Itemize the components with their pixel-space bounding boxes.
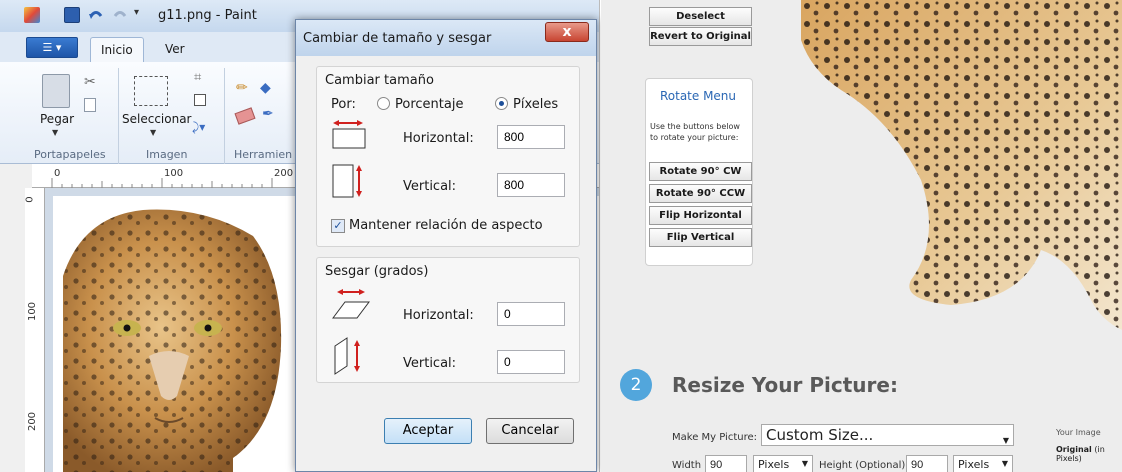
height-unit-value: Pixels [958,458,990,471]
ruler-h-label: 200 [274,168,294,179]
percent-label[interactable]: Porcentaje [395,97,463,112]
skew-horizontal-label: Horizontal: [403,308,474,323]
dialog-titlebar: Cambiar de tamaño y sesgar x [296,20,596,56]
skew-group: Sesgar (grados) Horizontal: Vertical: [316,257,580,383]
flip-vertical-button[interactable]: Flip Vertical [649,228,752,247]
width-unit-select[interactable]: Pixels ▼ [753,455,813,472]
pixels-radio[interactable] [495,97,508,110]
select-button[interactable]: Seleccionar [122,112,191,126]
original-label: Original (in Pixels) [1056,445,1118,463]
keep-aspect-checkbox[interactable]: ✓ [331,219,345,233]
skew-vertical-label: Vertical: [403,356,457,371]
revert-to-original-button[interactable]: Revert to Original [649,27,752,46]
copy-icon[interactable] [84,98,96,112]
keep-aspect-label[interactable]: Mantener relación de aspecto [349,218,543,233]
group-divider [224,68,225,164]
flip-horizontal-button[interactable]: Flip Horizontal [649,206,752,225]
paint-app-icon [24,7,40,23]
web-page: Deselect Revert to Original Rotate Menu … [601,0,1122,472]
height-input[interactable] [906,455,948,472]
resize-vertical-icon [331,163,367,199]
tab-ver[interactable]: Ver [155,37,195,62]
width-label: Width [672,460,702,471]
ok-button[interactable]: Aceptar [384,418,472,444]
vertical-ruler: 0 100 200 [25,188,45,472]
your-image-label: Your Image [1056,428,1101,437]
height-label: Height (Optional) [819,460,906,471]
select-icon[interactable] [134,76,168,106]
tab-inicio[interactable]: Inicio [90,37,144,62]
por-label: Por: [331,97,356,112]
height-unit-select[interactable]: Pixels ▼ [953,455,1013,472]
dialog-close-button[interactable]: x [545,22,589,42]
ruler-h-label: 100 [164,168,184,179]
resize-vertical-input[interactable] [497,173,565,197]
resize-group: Cambiar tamaño Por: Porcentaje Píxeles H… [316,66,580,247]
dialog-title: Cambiar de tamaño y sesgar [303,31,492,46]
width-input[interactable] [705,455,747,472]
paste-button[interactable]: Pegar [40,112,74,126]
size-preset-select[interactable]: Custom Size... ▼ [761,424,1014,446]
select-dropdown-icon[interactable]: ▼ [150,128,156,137]
quick-access-dropdown-icon[interactable]: ▾ [134,7,150,23]
skew-vertical-input[interactable] [497,350,565,374]
pencil-icon[interactable]: ✏ [236,80,248,96]
skew-vertical-icon [331,336,371,376]
rotate-ccw-button[interactable]: Rotate 90° CCW [649,184,752,203]
skew-horizontal-icon [331,288,371,320]
ruler-v-label: 200 [27,411,39,432]
resize-horizontal-icon [331,119,367,149]
ruler-h-label: 0 [54,168,61,179]
leopard-body-image [801,0,1122,330]
deselect-button[interactable]: Deselect [649,7,752,26]
chevron-down-icon: ▼ [1001,459,1008,468]
ruler-v-label: 0 [24,196,36,203]
resize-skew-dialog: Cambiar de tamaño y sesgar x Cambiar tam… [295,19,597,472]
resize-horizontal-input[interactable] [497,125,565,149]
size-preset-value: Custom Size... [766,426,874,444]
group-clipboard-label: Portapapeles [34,148,106,161]
color-picker-icon[interactable]: ✒ [262,106,274,122]
paint-window-title: g11.png - Paint [158,8,257,23]
ruler-v-label: 100 [27,301,39,322]
group-tools-label: Herramien [234,148,293,161]
save-icon[interactable] [64,7,80,23]
chevron-down-icon: ▼ [1002,436,1009,445]
undo-icon[interactable] [88,7,104,23]
rotate-cw-button[interactable]: Rotate 90° CW [649,162,752,181]
rotate-menu-description: Use the buttons below to rotate your pic… [650,122,740,142]
percent-radio[interactable] [377,97,390,110]
eraser-icon[interactable] [234,107,256,125]
redo-icon[interactable] [112,7,128,23]
resize-group-title: Cambiar tamaño [325,73,434,88]
rotate-menu-title: Rotate Menu [659,89,737,103]
crop-icon[interactable]: ⌗ [194,70,201,85]
resize-icon[interactable] [194,94,206,106]
skew-group-title: Sesgar (grados) [325,264,429,279]
file-menu-button[interactable]: ☰ ▾ [26,37,78,58]
step-title: Resize Your Picture: [672,373,898,397]
paste-dropdown-icon[interactable]: ▼ [52,128,58,137]
make-my-picture-label: Make My Picture: [672,432,758,443]
fill-icon[interactable]: ◆ [260,80,271,96]
cut-icon[interactable]: ✂ [84,74,96,90]
resize-horizontal-label: Horizontal: [403,131,474,146]
group-image-label: Imagen [146,148,188,161]
width-unit-value: Pixels [758,458,790,471]
step-number-badge: 2 [620,369,652,401]
paste-icon[interactable] [42,74,70,108]
pixels-label[interactable]: Píxeles [513,97,558,112]
chevron-down-icon: ▼ [801,459,808,468]
cancel-button[interactable]: Cancelar [486,418,574,444]
rotate-icon[interactable]: ⤸▾ [192,120,205,135]
skew-horizontal-input[interactable] [497,302,565,326]
original-bold: Original [1056,445,1092,454]
resize-vertical-label: Vertical: [403,179,457,194]
group-divider [118,68,119,164]
